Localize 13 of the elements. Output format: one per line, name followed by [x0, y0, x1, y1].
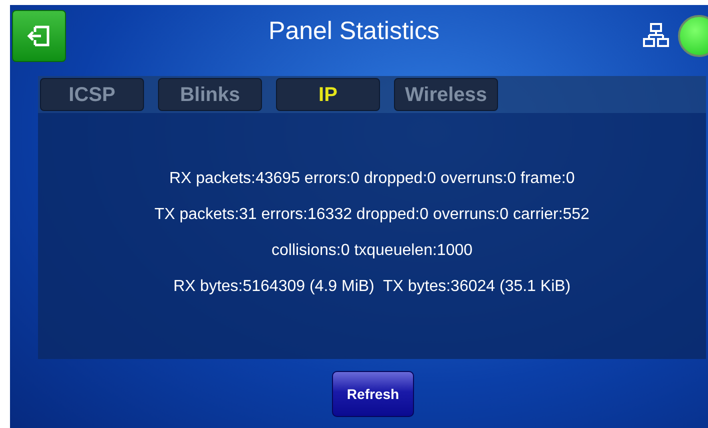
exit-icon	[26, 23, 52, 49]
stats-line: RX packets:43695 errors:0 dropped:0 overruns:0 frame:0	[169, 169, 575, 189]
tab[interactable]: Wireless	[394, 78, 498, 111]
stats-line: TX packets:31 errors:16332 dropped:0 overruns:0 carrier:552	[154, 205, 590, 225]
stats-line: collisions:0 txqueuelen:1000	[271, 241, 473, 261]
refresh-button[interactable]: Refresh	[332, 371, 414, 417]
exit-button[interactable]	[12, 10, 66, 62]
tab[interactable]: Blinks	[158, 78, 262, 111]
window-title: Panel Statistics	[268, 19, 440, 44]
network-icon	[642, 22, 670, 48]
tab[interactable]: IP	[276, 78, 380, 111]
tab[interactable]: ICSP	[40, 78, 144, 111]
stats-line: RX bytes:5164309 (4.9 MiB) TX bytes:36024 (35.1 KiB)	[173, 277, 571, 297]
